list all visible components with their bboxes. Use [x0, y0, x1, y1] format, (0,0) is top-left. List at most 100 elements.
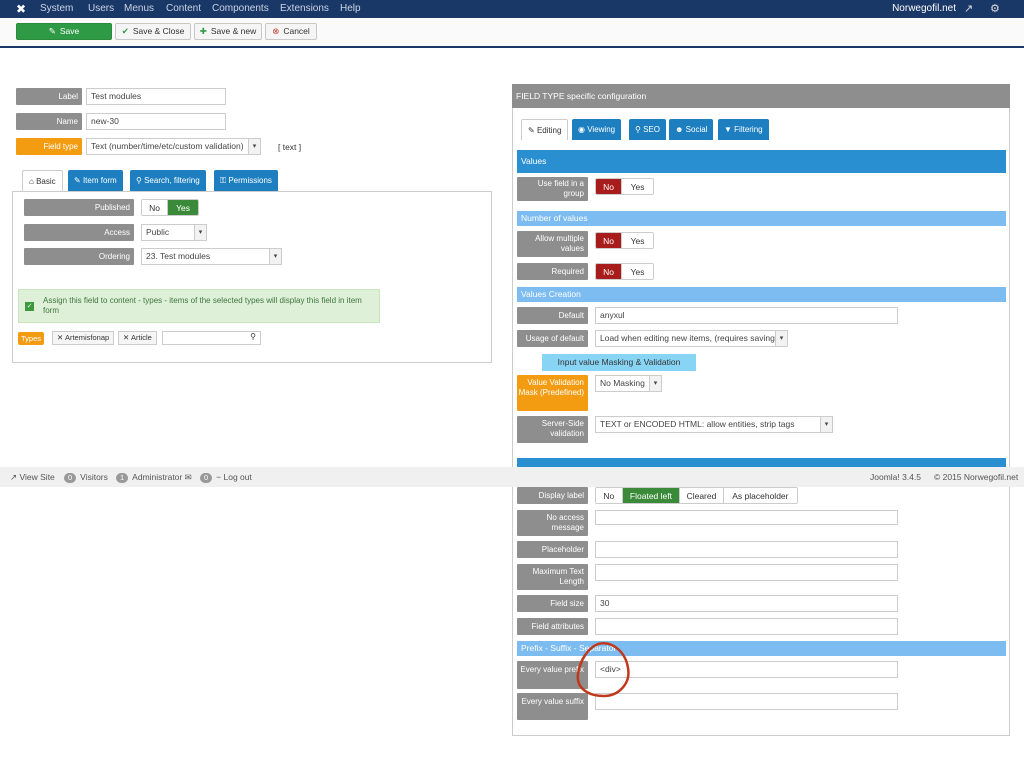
allow-multiple-yes[interactable]: Yes: [622, 233, 653, 248]
ordering-select[interactable]: 23. Test modules ▾: [141, 248, 282, 265]
field-size-label: Field size: [517, 595, 588, 612]
validation-mask-label: Value Validation Mask (Predefined): [517, 375, 588, 411]
field-type-label: Field type: [16, 138, 82, 155]
validation-mask-select[interactable]: No Masking ▾: [595, 375, 662, 392]
display-opt-cleared[interactable]: Cleared: [680, 488, 724, 503]
remove-icon[interactable]: ✕: [57, 333, 63, 342]
types-search-input[interactable]: ⚲: [162, 331, 261, 345]
type-tag[interactable]: ✕ Artemisfonap: [52, 331, 115, 345]
menu-components[interactable]: Components: [212, 3, 269, 14]
allow-multiple-label: Allow multiple values: [517, 231, 588, 257]
suffix-input[interactable]: [595, 693, 898, 710]
use-group-no[interactable]: No: [596, 179, 623, 194]
allow-multiple-no[interactable]: No: [596, 233, 623, 248]
menu-system[interactable]: System: [40, 3, 73, 14]
assign-notice: ✓ Assign this field to content - types -…: [18, 289, 380, 323]
field-attributes-input[interactable]: [595, 618, 898, 635]
tab-seo[interactable]: ⚲ SEO: [629, 119, 666, 140]
tab-filtering[interactable]: ▼ Filtering: [718, 119, 769, 140]
required-no[interactable]: No: [596, 264, 623, 279]
toolbar: ✎ Save ✔ Save & Close ✚ Save & new ⊗ Cancel: [0, 18, 1024, 48]
required-toggle[interactable]: No Yes: [595, 263, 654, 280]
visitors-count-badge: 0: [64, 473, 77, 483]
display-label-toggle[interactable]: No Floated left Cleared As placeholder: [595, 487, 798, 504]
placeholder-label: Placeholder: [517, 541, 588, 558]
menu-content[interactable]: Content: [166, 3, 201, 14]
max-text-input[interactable]: [595, 564, 898, 581]
use-field-group-label: Use field in a group: [517, 177, 588, 201]
label-input[interactable]: Test modules: [86, 88, 226, 105]
save-close-button[interactable]: ✔ Save & Close: [115, 23, 191, 40]
menu-help[interactable]: Help: [340, 3, 361, 14]
gear-icon[interactable]: ⚙: [990, 2, 1000, 15]
published-label: Published: [24, 199, 134, 216]
no-access-label: No access message: [517, 510, 588, 536]
tab-item-form[interactable]: ✎ Item form: [68, 170, 123, 191]
required-yes[interactable]: Yes: [622, 264, 653, 279]
prefix-input[interactable]: <div>: [595, 661, 898, 678]
display-opt-floated-left[interactable]: Floated left: [622, 488, 681, 503]
chevron-down-icon: ▾: [775, 331, 787, 346]
max-text-label: Maximum Text Length: [517, 564, 588, 590]
name-input[interactable]: new-30: [86, 113, 226, 130]
placeholder-input[interactable]: [595, 541, 898, 558]
edit-icon: ✎: [74, 176, 81, 185]
display-opt-no[interactable]: No: [596, 488, 623, 503]
menu-extensions[interactable]: Extensions: [280, 3, 329, 14]
type-tag[interactable]: ✕ Article: [118, 331, 157, 345]
no-access-input[interactable]: [595, 510, 898, 525]
allow-multiple-toggle[interactable]: No Yes: [595, 232, 654, 249]
site-link[interactable]: Norwegofil.net: [892, 3, 956, 14]
check-icon: ✔: [121, 26, 129, 36]
save-icon: ✎: [48, 26, 56, 36]
usage-default-select[interactable]: Load when editing new items, (requires s…: [595, 330, 788, 347]
tab-search-filtering[interactable]: ⚲ Search, filtering: [130, 170, 206, 191]
chevron-down-icon: ▾: [649, 376, 661, 391]
tab-permissions[interactable]: ⚿ Permissions: [214, 170, 278, 191]
search-icon: ⚲: [635, 125, 641, 134]
copyright-text: © 2015 Norwegofil.net: [934, 472, 1019, 482]
use-group-yes[interactable]: Yes: [622, 179, 653, 194]
menu-menus[interactable]: Menus: [124, 3, 154, 14]
chevron-down-icon: ▾: [820, 417, 832, 432]
admin-count-badge: 1: [116, 473, 129, 483]
message-count-badge: 0: [200, 473, 213, 483]
key-icon: ⚿: [220, 176, 227, 185]
menu-users[interactable]: Users: [88, 3, 114, 14]
filter-icon: ▼: [724, 125, 732, 134]
tab-basic[interactable]: ⌂ Basic: [22, 170, 63, 191]
eye-icon: ◉: [578, 125, 585, 134]
default-input[interactable]: anyxul: [595, 307, 898, 324]
version-text: Joomla! 3.4.5: [870, 472, 922, 482]
external-link-icon[interactable]: ↗: [964, 2, 973, 15]
cancel-button[interactable]: ⊗ Cancel: [265, 23, 317, 40]
published-no[interactable]: No: [142, 200, 169, 215]
remove-icon[interactable]: ✕: [123, 333, 129, 342]
view-site-link[interactable]: ↗ View Site: [10, 472, 55, 483]
social-icon: ☻: [675, 125, 684, 134]
display-label-label: Display label: [517, 487, 588, 504]
label-label: Label: [16, 88, 82, 105]
published-yes[interactable]: Yes: [168, 200, 198, 215]
field-size-input[interactable]: 30: [595, 595, 898, 612]
joomla-logo-icon[interactable]: ✖: [14, 2, 28, 16]
published-toggle[interactable]: No Yes: [141, 199, 199, 216]
save-new-button[interactable]: ✚ Save & new: [194, 23, 262, 40]
minus-icon: −: [216, 472, 222, 482]
field-type-select[interactable]: Text (number/time/etc/custom validation)…: [86, 138, 261, 155]
server-validation-select[interactable]: TEXT or ENCODED HTML: allow entities, st…: [595, 416, 833, 433]
usage-default-label: Usage of default: [517, 330, 588, 347]
tab-viewing[interactable]: ◉ Viewing: [572, 119, 622, 140]
logout-link[interactable]: 0− Log out: [200, 472, 252, 483]
red-annotation-circle: [576, 642, 630, 698]
tab-editing[interactable]: ✎ Editing: [521, 119, 569, 140]
use-group-toggle[interactable]: No Yes: [595, 178, 654, 195]
field-type-tag: [ text ]: [278, 142, 302, 152]
server-validation-label: Server-Side validation: [517, 416, 588, 443]
access-select[interactable]: Public ▾: [141, 224, 207, 241]
display-opt-placeholder[interactable]: As placeholder: [723, 488, 797, 503]
save-button[interactable]: ✎ Save: [16, 23, 112, 40]
access-label: Access: [24, 224, 134, 241]
values-creation-section-header: Values Creation: [517, 287, 1006, 302]
tab-social[interactable]: ☻ Social: [669, 119, 714, 140]
